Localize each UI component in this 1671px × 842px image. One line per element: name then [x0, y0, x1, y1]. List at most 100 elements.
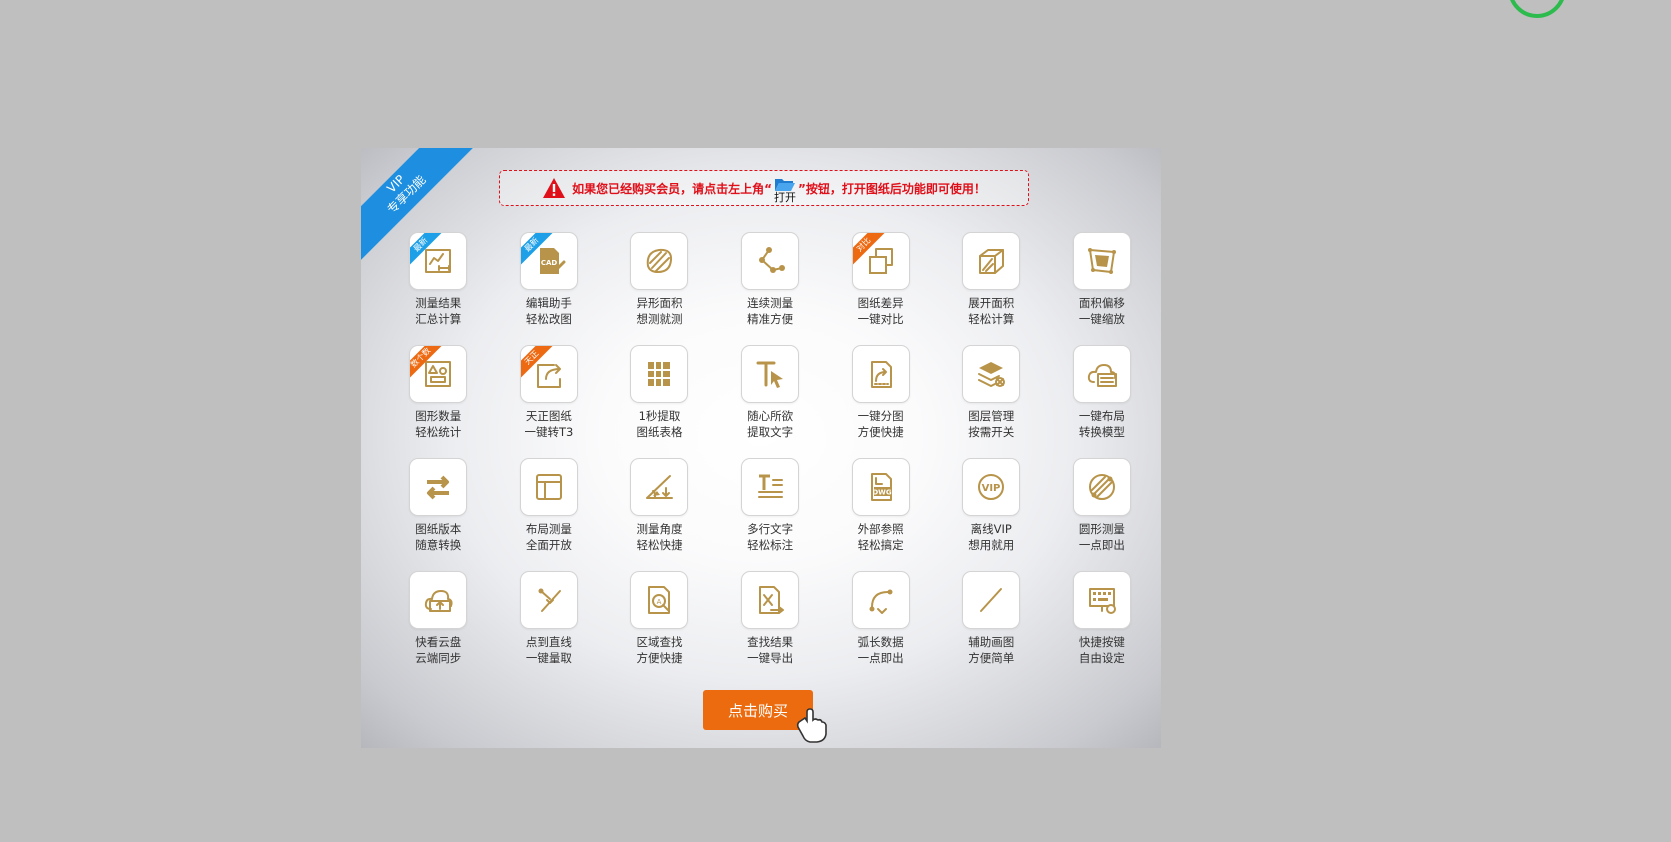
feature-icon-box[interactable] — [409, 458, 468, 516]
feature-label: 编辑助手 轻松改图 — [526, 295, 572, 327]
feature-tile[interactable]: 随心所欲 提取文字 — [715, 345, 826, 458]
feature-tile[interactable]: 布局测量 全面开放 — [494, 458, 605, 571]
feature-subtitle: 一点即出 — [1078, 538, 1125, 552]
feature-icon-box[interactable]: DWG — [851, 458, 910, 516]
feature-icon-box[interactable] — [741, 345, 800, 403]
feature-icon-box[interactable] — [741, 232, 800, 290]
feature-icon-box[interactable] — [1072, 232, 1131, 290]
feature-tile[interactable]: VIP 离线VIP 想用就用 — [936, 458, 1047, 571]
feature-icon-box[interactable]: VIP — [962, 458, 1021, 516]
feature-tile[interactable]: CAD 最新编辑助手 轻松改图 — [494, 232, 605, 345]
feature-tile[interactable]: 查找结果 一键导出 — [715, 571, 826, 684]
vip-feature-panel: VIP 专享功能 如果您已经购买会员，请点击左上角“ 打开 ”按钮，打开图纸后功… — [361, 148, 1161, 748]
feature-subtitle: 轻松改图 — [525, 312, 572, 326]
feature-label: 辅助画图 方便简单 — [968, 634, 1014, 666]
feature-label: 一键布局 转换模型 — [1079, 408, 1125, 440]
purchase-notice: 如果您已经购买会员，请点击左上角“ 打开 ”按钮，打开图纸后功能即可使用！ — [499, 170, 1029, 206]
feature-subtitle: 提取文字 — [747, 425, 794, 439]
feature-subtitle: 想用就用 — [968, 538, 1015, 552]
unfold-area-icon — [979, 249, 1005, 274]
feature-icon-box[interactable] — [962, 232, 1021, 290]
feature-icon-box[interactable] — [630, 458, 689, 516]
feature-tile[interactable]: 圆形测量 一点即出 — [1047, 458, 1158, 571]
feature-subtitle: 轻松统计 — [415, 425, 462, 439]
feature-name: 弧长数据 — [857, 635, 904, 649]
feature-icon-box[interactable] — [630, 345, 689, 403]
feature-label: 展开面积 轻松计算 — [968, 295, 1014, 327]
feature-tile[interactable]: 多行文字 轻松标注 — [715, 458, 826, 571]
feature-tile[interactable]: 面积偏移 一键缩放 — [1047, 232, 1158, 345]
feature-tile[interactable]: 图层管理 按需开关 — [936, 345, 1047, 458]
feature-label: 一键分图 方便快捷 — [858, 408, 904, 440]
feature-subtitle: 一键缩放 — [1078, 312, 1125, 326]
feature-name: 测量角度 — [636, 522, 683, 536]
feature-icon-box[interactable] — [1072, 571, 1131, 629]
feature-icon-box[interactable]: A — [630, 571, 689, 629]
feature-tile[interactable]: 一键布局 转换模型 — [1047, 345, 1158, 458]
feature-icon-box[interactable] — [851, 345, 910, 403]
feature-icon-box[interactable] — [1072, 345, 1131, 403]
feature-tile[interactable]: 连续测量 精准方便 — [715, 232, 826, 345]
feature-icon-box[interactable] — [409, 571, 468, 629]
feature-icon-box[interactable] — [962, 345, 1021, 403]
feature-tile[interactable]: 点到直线 一键量取 — [494, 571, 605, 684]
feature-tile[interactable]: 展开面积 轻松计算 — [936, 232, 1047, 345]
feature-icon-box[interactable]: 最新 — [409, 232, 468, 290]
feature-tile[interactable]: 图纸版本 随意转换 — [383, 458, 494, 571]
feature-tile[interactable]: 数个数图形数量 轻松统计 — [383, 345, 494, 458]
feature-icon-box[interactable] — [962, 571, 1021, 629]
feature-icon-box[interactable]: 数个数 — [409, 345, 468, 403]
feature-name: 1秒提取 — [638, 409, 681, 423]
feature-icon-box[interactable] — [630, 232, 689, 290]
feature-icon-box[interactable] — [741, 571, 800, 629]
feature-label: 测量结果 汇总计算 — [415, 295, 461, 327]
feature-tile[interactable]: 最新测量结果汇总计算 — [383, 232, 494, 345]
feature-name: 快捷按键 — [1078, 635, 1125, 649]
feature-label: 图纸版本 随意转换 — [415, 521, 461, 553]
feature-icon-box[interactable] — [519, 571, 578, 629]
feature-icon-box[interactable] — [519, 458, 578, 516]
feature-tile[interactable]: 1秒提取 图纸表格 — [604, 345, 715, 458]
feature-name: 测量结果 — [415, 296, 462, 310]
draw-line-icon — [980, 588, 1003, 612]
feature-label: 图层管理 按需开关 — [968, 408, 1014, 440]
feature-tile[interactable]: 异形面积 想测就测 — [604, 232, 715, 345]
feature-tile[interactable]: 测量角度 轻松快捷 — [604, 458, 715, 571]
notice-text-before: 如果您已经购买会员，请点击左上角“ — [572, 181, 772, 196]
feature-tile[interactable]: A 区域查找 方便快捷 — [604, 571, 715, 684]
feature-tile[interactable]: 辅助画图 方便简单 — [936, 571, 1047, 684]
hand-pointer-icon — [796, 708, 827, 743]
feature-icon-box[interactable] — [741, 458, 800, 516]
feature-tile[interactable]: 快捷按键 自由设定 — [1047, 571, 1158, 684]
feature-icon-box[interactable] — [851, 571, 910, 629]
notice-text-after: ”按钮，打开图纸后功能即可使用！ — [798, 181, 986, 196]
table-extract-icon — [648, 362, 671, 386]
feature-icon-box[interactable] — [1072, 458, 1131, 516]
summary-chart-icon — [425, 249, 452, 273]
feature-name: 布局测量 — [525, 522, 572, 536]
feature-tile[interactable]: 对比 图纸差异 一键对比 — [825, 232, 936, 345]
angle-measure-icon — [646, 475, 674, 499]
feature-tile[interactable]: 天正 天正图纸 一键转T3 — [494, 345, 605, 458]
feature-icon-box[interactable]: 对比 — [851, 232, 910, 290]
layer-manage-icon — [978, 362, 1006, 387]
open-file-label: 打开 — [774, 191, 796, 204]
feature-subtitle: 汇总计算 — [415, 312, 462, 326]
feature-tile[interactable]: DWG 外部参照 轻松搞定 — [825, 458, 936, 571]
feature-tile[interactable]: 弧长数据 一点即出 — [825, 571, 936, 684]
feature-icon-box[interactable]: CAD 最新 — [519, 232, 578, 290]
export-result-icon — [759, 586, 785, 614]
feature-subtitle: 方便快捷 — [636, 651, 683, 665]
feature-subtitle: 一键对比 — [857, 312, 904, 326]
feature-label: 区域查找 方便快捷 — [636, 634, 682, 666]
feature-tile[interactable]: 快看云盘 云端同步 — [383, 571, 494, 684]
open-file-button[interactable]: 打开 — [774, 176, 796, 204]
feature-icon-box[interactable]: 天正 — [519, 345, 578, 403]
feature-name: 随心所欲 — [747, 409, 794, 423]
offline-vip-icon: VIP — [978, 474, 1005, 500]
arc-length-icon — [869, 589, 893, 614]
feature-label: 图形数量 轻松统计 — [415, 408, 461, 440]
feature-subtitle: 轻松计算 — [968, 312, 1015, 326]
feature-tile[interactable]: 一键分图 方便快捷 — [825, 345, 936, 458]
feature-name: 异形面积 — [636, 296, 683, 310]
